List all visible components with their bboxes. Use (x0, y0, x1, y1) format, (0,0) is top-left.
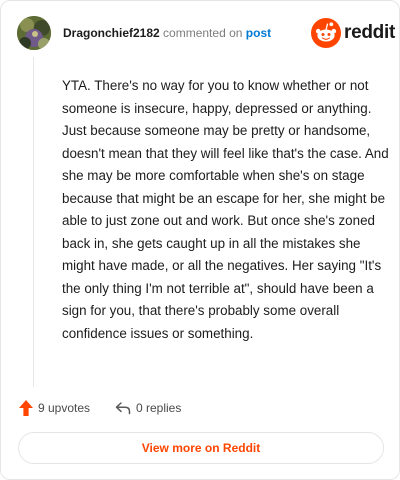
byline: Dragonchief2182 commented on post (63, 25, 271, 41)
reddit-wordmark: reddit (344, 22, 395, 43)
post-link[interactable]: post (246, 26, 271, 40)
reply-arrow-icon (115, 402, 131, 415)
upvote-count: 9 upvotes (38, 401, 91, 415)
reply-count: 0 replies (136, 401, 182, 415)
upvote-button[interactable]: 9 upvotes (19, 397, 90, 419)
avatar-image (17, 16, 51, 50)
byline-verb: commented on (163, 26, 243, 40)
reddit-brand[interactable]: reddit (311, 18, 395, 48)
username[interactable]: Dragonchief2182 (63, 26, 160, 40)
comment-body: YTA. There's no way for you to know whet… (62, 78, 389, 341)
comment-embed-card: Dragonchief2182 commented on post reddit… (0, 0, 400, 480)
comment-header: Dragonchief2182 commented on post reddit (17, 16, 395, 50)
thread-line (33, 57, 34, 387)
reddit-logo-icon (311, 18, 341, 48)
reply-button[interactable]: 0 replies (115, 397, 181, 419)
comment-actions: 9 upvotes 0 replies (19, 397, 319, 419)
avatar[interactable] (17, 16, 51, 50)
view-more-button[interactable]: View more on Reddit (18, 432, 384, 464)
upvote-arrow-icon (19, 400, 33, 416)
